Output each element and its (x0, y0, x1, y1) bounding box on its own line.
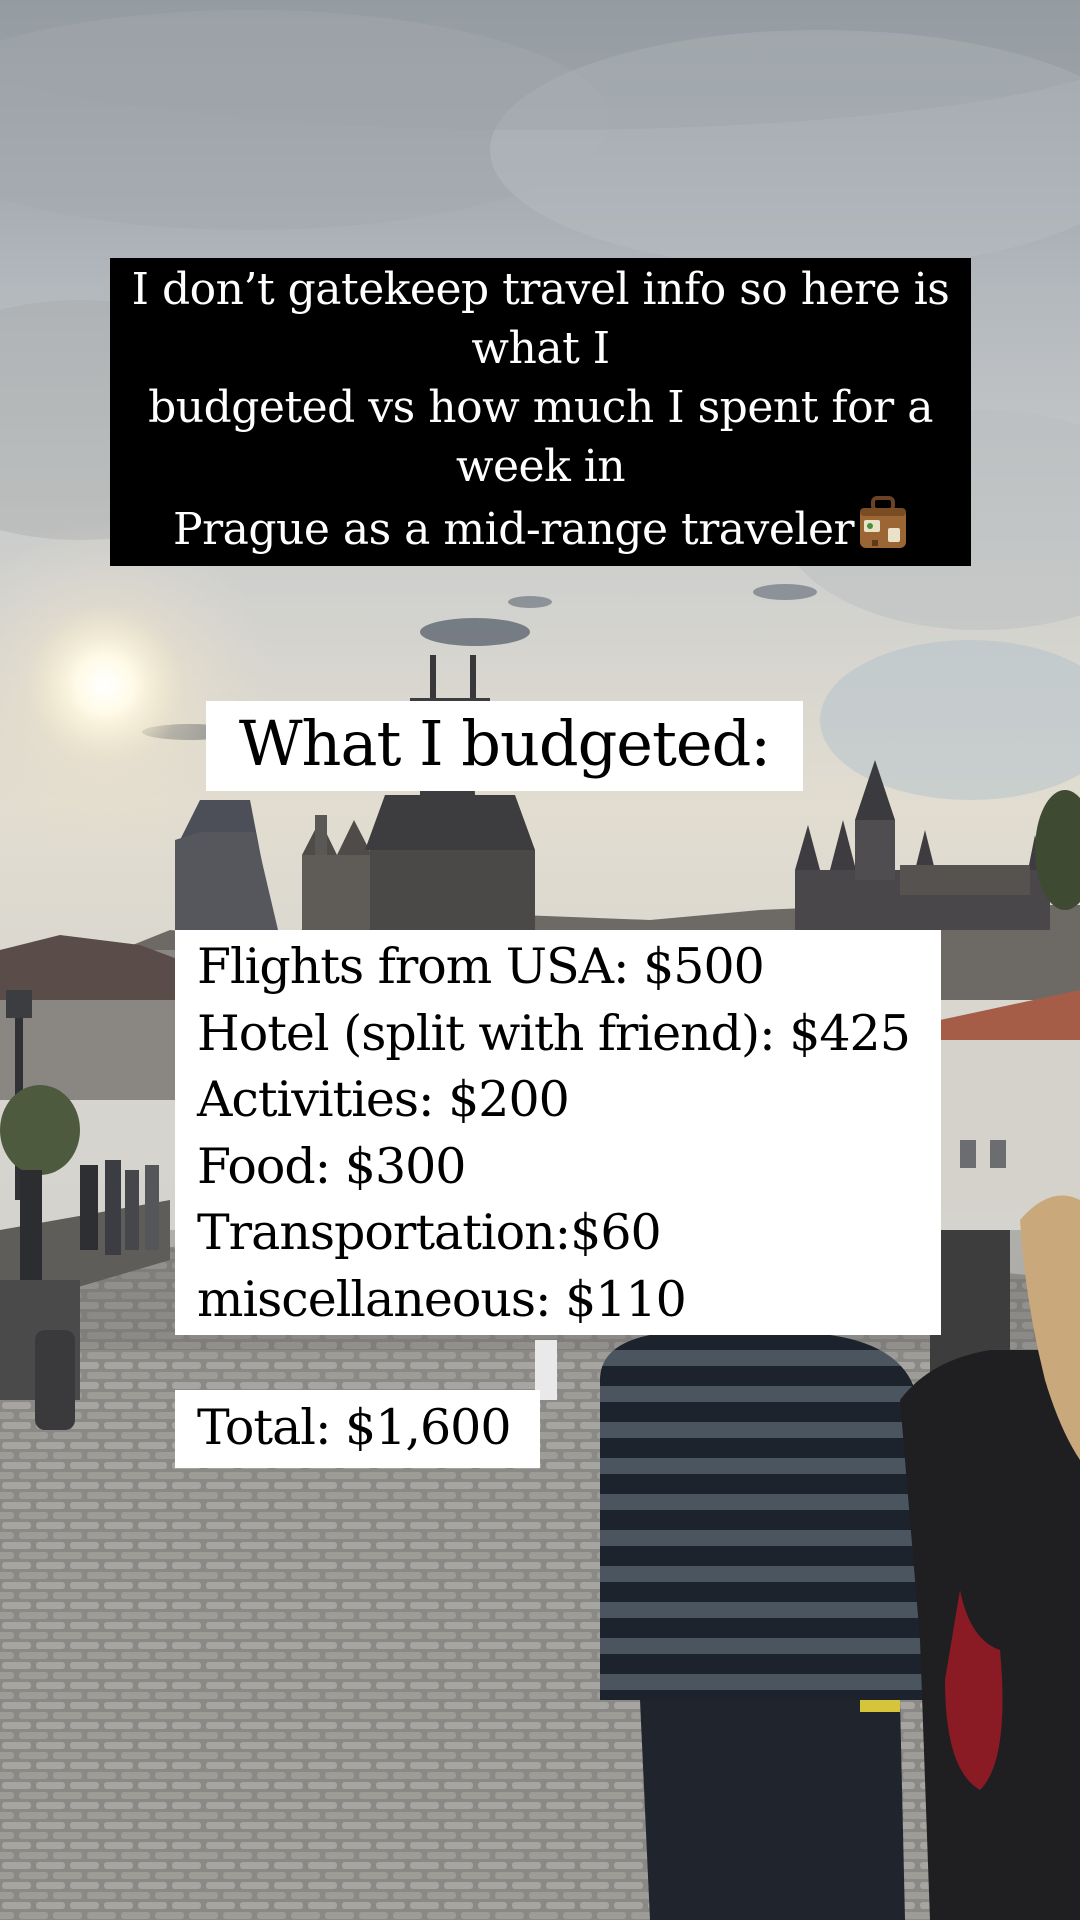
suitcase-icon (858, 496, 908, 565)
budget-item-hotel: Hotel (split with friend): $425 (197, 1004, 911, 1062)
budget-item-activities: Activities: $200 (197, 1071, 570, 1128)
budget-item-transportation: Transportation:$60 (197, 1204, 662, 1261)
budget-item-miscellaneous: miscellaneous: $110 (197, 1270, 687, 1328)
caption-line-5-text: Prague as a mid-range traveler (172, 504, 855, 555)
caption-line-4: week in (455, 441, 626, 492)
caption-line-5: Prague as a mid-range traveler (124, 496, 957, 565)
caption-line-1: I don’t gatekeep travel info so here is (131, 264, 950, 315)
budget-total: Total: $1,600 (197, 1399, 512, 1456)
heading-box: What I budgeted: (206, 701, 803, 791)
budget-heading: What I budgeted: (238, 707, 771, 780)
caption-box: I don’t gatekeep travel info so here is … (110, 258, 971, 566)
caption-line-2: what I (471, 323, 610, 374)
budget-list: Flights from USA: $500 Hotel (split with… (175, 930, 941, 1335)
budget-item-food: Food: $300 (197, 1137, 466, 1195)
budget-item-flights: Flights from USA: $500 (197, 938, 765, 995)
caption-line-3: budgeted vs how much I spent for a (148, 382, 933, 433)
total-box: Total: $1,600 (175, 1390, 540, 1468)
